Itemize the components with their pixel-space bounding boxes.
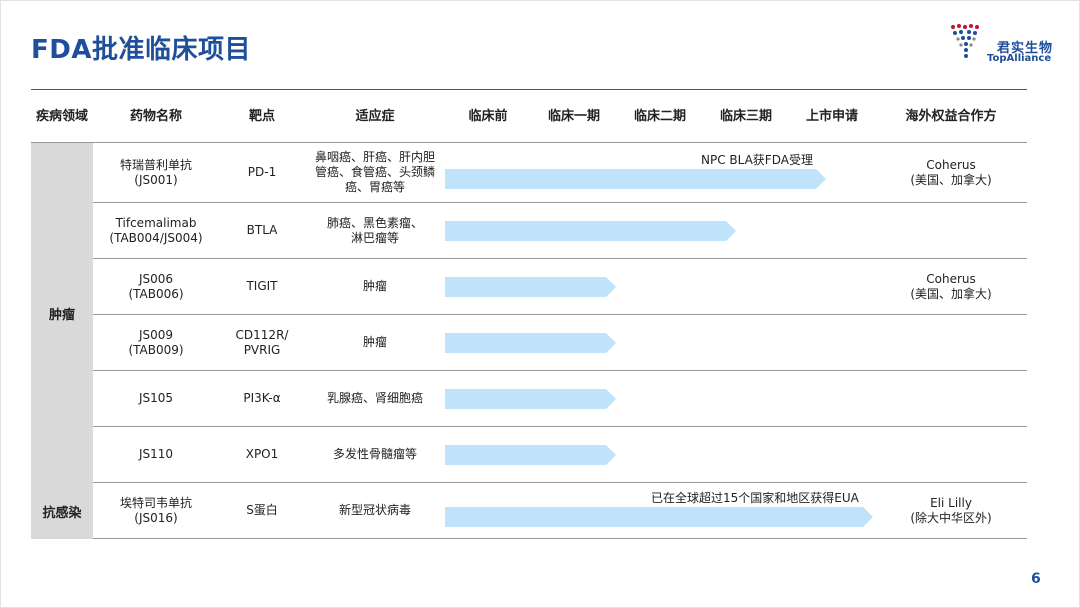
progress-arrow-bar bbox=[445, 389, 616, 409]
indication-cell: 肿瘤 bbox=[362, 279, 387, 293]
table-row: JS110 XPO1 多发性骨髓瘤等 bbox=[93, 427, 1027, 483]
partner-cell: Coherus (美国、加拿大) bbox=[910, 157, 992, 187]
target-cell: PD-1 bbox=[247, 165, 277, 179]
indication-cell: 肿瘤 bbox=[362, 335, 387, 349]
table-row: JS105 PI3K-α 乳腺癌、肾细胞癌 bbox=[93, 371, 1027, 427]
progress-arrow-bar bbox=[445, 169, 826, 189]
progress-arrow-bar bbox=[445, 445, 616, 465]
drug-name-cell: JS009 (TAB009) bbox=[128, 327, 184, 357]
category-oncology: 肿瘤 bbox=[31, 143, 93, 483]
header-filing: 上市申请 bbox=[805, 109, 858, 124]
header-drug-name: 药物名称 bbox=[129, 109, 182, 124]
progress-note: NPC BLA获FDA受理 bbox=[701, 153, 813, 167]
header-partner: 海外权益合作方 bbox=[905, 109, 997, 124]
partner-cell bbox=[875, 203, 1027, 258]
partner-cell bbox=[875, 315, 1027, 370]
partner-cell: Coherus (美国、加拿大) bbox=[910, 271, 992, 301]
category-anti-infection: 抗感染 bbox=[31, 483, 93, 539]
drug-name-cell: Tifcemalimab (TAB004/JS004) bbox=[109, 215, 203, 245]
table-row: Tifcemalimab (TAB004/JS004) BTLA 肺癌、黑色素瘤、 … bbox=[93, 203, 1027, 259]
drug-name-cell: JS006 (TAB006) bbox=[128, 271, 184, 301]
indication-cell: 新型冠状病毒 bbox=[338, 503, 411, 517]
header-phase3: 临床三期 bbox=[719, 109, 772, 124]
header-indication: 适应症 bbox=[355, 109, 395, 124]
progress-arrow-bar bbox=[445, 507, 873, 527]
indication-cell: 鼻咽癌、肝癌、肝内胆 管癌、食管癌、头颈鳞 癌、胃癌等 bbox=[314, 150, 435, 194]
indication-cell: 肺癌、黑色素瘤、 淋巴瘤等 bbox=[326, 215, 423, 245]
drug-name-cell: JS105 bbox=[138, 391, 174, 405]
logo-text-en: TopAlliance bbox=[987, 53, 1052, 64]
drug-name-cell: 特瑞普利单抗 (JS001) bbox=[119, 157, 192, 187]
progress-arrow-bar bbox=[445, 277, 616, 297]
target-cell: TIGIT bbox=[246, 279, 278, 293]
indication-cell: 乳腺癌、肾细胞癌 bbox=[326, 391, 423, 405]
partner-cell: Eli Lilly (除大中华区外) bbox=[910, 495, 992, 525]
target-cell: PI3K-α bbox=[243, 391, 281, 405]
header-phase1: 临床一期 bbox=[547, 109, 600, 124]
page-number: 6 bbox=[1031, 571, 1041, 587]
page-title: FDA批准临床项目 bbox=[31, 35, 251, 65]
header-target: 靶点 bbox=[248, 109, 275, 124]
progress-note: 已在全球超过15个国家和地区获得EUA bbox=[651, 491, 859, 505]
progress-arrow-bar bbox=[445, 333, 616, 353]
indication-cell: 多发性骨髓瘤等 bbox=[332, 447, 417, 461]
header-phase2: 临床二期 bbox=[633, 109, 686, 124]
table-row: JS009 (TAB009) CD112R/ PVRIG 肿瘤 bbox=[93, 315, 1027, 371]
partner-cell bbox=[875, 371, 1027, 426]
table-row: JS006 (TAB006) TIGIT 肿瘤 Coherus (美国、加拿大) bbox=[93, 259, 1027, 315]
table-header: 疾病领域 药物名称 靶点 适应症 临床前 临床一期 临床二期 临床三期 上市申请… bbox=[31, 89, 1027, 143]
company-logo: 君实生物 TopAlliance bbox=[949, 23, 1069, 67]
progress-arrow-bar bbox=[445, 221, 736, 241]
target-cell: S蛋白 bbox=[246, 503, 278, 517]
drug-name-cell: 埃特司韦单抗 (JS016) bbox=[119, 495, 192, 525]
drug-name-cell: JS110 bbox=[138, 447, 174, 461]
target-cell: XPO1 bbox=[245, 447, 279, 461]
table-row: 埃特司韦单抗 (JS016) S蛋白 新型冠状病毒 Eli Lilly (除大中华区外… bbox=[93, 483, 1027, 539]
target-cell: CD112R/ PVRIG bbox=[235, 327, 289, 357]
header-disease-area: 疾病领域 bbox=[35, 109, 88, 124]
partner-cell bbox=[875, 427, 1027, 482]
target-cell: BTLA bbox=[246, 223, 278, 237]
table-row: 特瑞普利单抗 (JS001) PD-1 鼻咽癌、肝癌、肝内胆 管癌、食管癌、头颈鳞 … bbox=[93, 143, 1027, 203]
slide: FDA批准临床项目 君实生物 TopAlliance 疾病领域 药物名称 靶点 … bbox=[0, 0, 1080, 608]
header-preclinical: 临床前 bbox=[468, 109, 508, 124]
logo-mark-icon bbox=[951, 24, 979, 58]
